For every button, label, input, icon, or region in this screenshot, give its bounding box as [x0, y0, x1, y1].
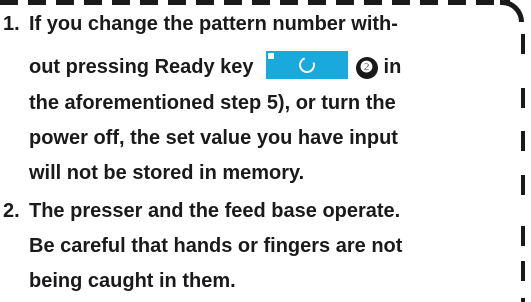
note-1-line-4: power off, the set value you have input: [29, 126, 398, 150]
note-1-line-1: 1. If you change the pattern number with-: [3, 12, 398, 36]
note-1-number: 1.: [3, 13, 20, 35]
note-1-text-line-4: power off, the set value you have input: [29, 127, 398, 149]
note-2-text-line-1: The presser and the feed base operate.: [29, 200, 401, 222]
step-2-circled-number: ❷: [355, 57, 378, 79]
notes-section: 1. If you change the pattern number with-…: [0, 0, 531, 302]
note-1-text-line-1: If you change the pattern number with-: [29, 13, 398, 35]
note-1-line-5: will not be stored in memory.: [29, 161, 304, 185]
note-1-text-line-3: the aforementioned step 5), or turn the: [29, 92, 396, 114]
note-1-text-line-2-end: in: [383, 56, 402, 78]
note-1-text-line-2: out pressing Ready key: [29, 56, 254, 78]
note-2-text-line-3: being caught in them.: [29, 270, 236, 292]
note-1-line-2: out pressing Ready key ❷ in: [29, 51, 401, 79]
note-2-line-1: 2. The presser and the feed base operate.: [3, 199, 400, 223]
ready-key-icon: [265, 51, 348, 79]
note-1-text-line-5: will not be stored in memory.: [29, 162, 305, 184]
note-2-number: 2.: [3, 200, 20, 222]
note-2-line-2: Be careful that hands or fingers are not: [29, 234, 402, 258]
note-2-line-3: being caught in them.: [29, 269, 236, 293]
note-1-line-3: the aforementioned step 5), or turn the: [29, 91, 396, 115]
note-2-text-line-2: Be careful that hands or fingers are not: [29, 235, 403, 257]
